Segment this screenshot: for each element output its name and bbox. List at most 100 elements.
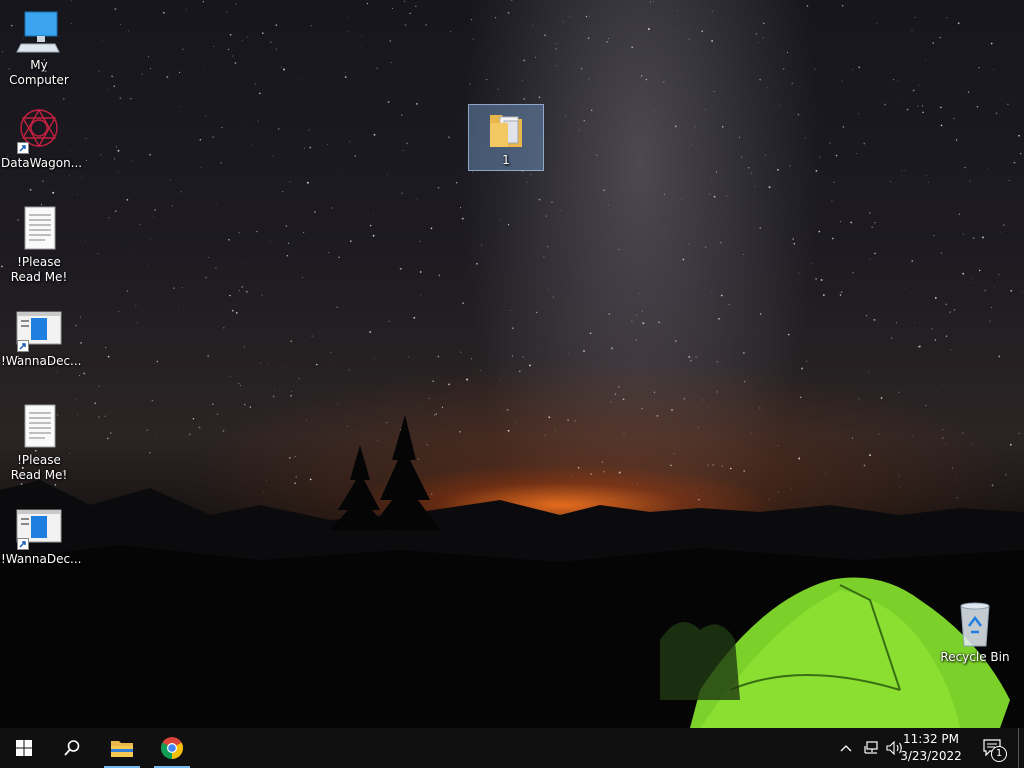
star bbox=[681, 199, 682, 200]
star bbox=[298, 378, 300, 380]
star bbox=[45, 181, 47, 183]
start-button[interactable] bbox=[0, 728, 48, 768]
desktop-icon-folder-1[interactable]: 1 bbox=[468, 104, 544, 171]
star bbox=[79, 375, 81, 377]
star bbox=[590, 473, 592, 475]
star bbox=[270, 41, 272, 43]
star bbox=[283, 68, 285, 71]
star bbox=[247, 36, 249, 38]
wannadecryptor-icon bbox=[15, 502, 63, 550]
star bbox=[111, 75, 113, 78]
star bbox=[787, 333, 790, 336]
star bbox=[404, 24, 407, 26]
star bbox=[713, 91, 715, 92]
star bbox=[956, 476, 957, 477]
star bbox=[435, 413, 437, 415]
star bbox=[390, 62, 392, 63]
action-center-button[interactable]: 1 bbox=[978, 728, 1008, 768]
search-icon bbox=[64, 740, 80, 756]
star bbox=[106, 437, 109, 440]
star bbox=[205, 276, 207, 279]
desktop-icon-please-read-me-2[interactable]: !Please Read Me! bbox=[1, 403, 77, 483]
file-explorer-button[interactable] bbox=[100, 728, 144, 768]
star bbox=[344, 72, 346, 74]
star bbox=[982, 236, 984, 239]
star bbox=[431, 493, 433, 495]
star bbox=[229, 33, 232, 36]
star bbox=[852, 68, 854, 70]
star bbox=[995, 112, 998, 114]
star bbox=[178, 71, 181, 74]
star bbox=[866, 315, 868, 317]
desktop-icon-label: DataWagon... bbox=[1, 156, 83, 170]
star bbox=[386, 174, 388, 175]
star bbox=[791, 82, 793, 85]
notification-count-badge: 1 bbox=[991, 746, 1007, 762]
desktop-icon-wannadecryptor-1[interactable]: !WannaDec... bbox=[1, 304, 82, 369]
star bbox=[235, 312, 238, 314]
star bbox=[635, 339, 637, 341]
star bbox=[285, 225, 288, 227]
star bbox=[743, 380, 746, 383]
star bbox=[118, 311, 120, 313]
star bbox=[585, 15, 588, 18]
star bbox=[917, 105, 919, 107]
star bbox=[840, 291, 843, 293]
star bbox=[1000, 231, 1002, 233]
star bbox=[991, 484, 994, 487]
star bbox=[459, 207, 462, 209]
star bbox=[146, 429, 149, 432]
star bbox=[973, 237, 975, 239]
star bbox=[511, 327, 514, 330]
star bbox=[249, 406, 252, 408]
desktop-icon-recycle-bin[interactable]: Recycle Bin bbox=[937, 600, 1013, 665]
star bbox=[955, 139, 958, 141]
chrome-button[interactable] bbox=[150, 728, 194, 768]
taskbar-clock[interactable]: 11:32 PM 3/23/2022 bbox=[896, 731, 966, 765]
star bbox=[697, 498, 700, 501]
star bbox=[922, 111, 924, 114]
star bbox=[1002, 224, 1005, 226]
star bbox=[205, 115, 207, 117]
star bbox=[704, 109, 706, 111]
star bbox=[708, 406, 710, 408]
star bbox=[85, 138, 87, 140]
star bbox=[101, 40, 103, 43]
star bbox=[618, 248, 620, 250]
star bbox=[286, 254, 289, 257]
network-button[interactable] bbox=[860, 728, 882, 768]
star bbox=[721, 360, 722, 362]
star bbox=[946, 7, 947, 8]
star bbox=[873, 319, 876, 321]
star bbox=[459, 430, 461, 433]
star bbox=[962, 432, 964, 434]
star bbox=[797, 113, 800, 116]
star bbox=[507, 224, 510, 226]
star bbox=[743, 254, 745, 256]
star bbox=[438, 274, 440, 276]
star bbox=[97, 252, 99, 254]
star bbox=[50, 200, 52, 202]
desktop-icon-datawagon[interactable]: DataWagon... bbox=[1, 106, 83, 171]
star bbox=[417, 407, 419, 409]
star bbox=[1022, 291, 1024, 293]
desktop-icon-wannadecryptor-2[interactable]: !WannaDec... bbox=[1, 502, 82, 567]
desktop-icon-label: !Please Read Me! bbox=[10, 453, 68, 482]
star bbox=[656, 415, 659, 417]
star bbox=[842, 126, 845, 128]
desktop-icon-my-computer[interactable]: My Computer bbox=[1, 8, 77, 88]
search-button[interactable] bbox=[48, 728, 96, 768]
star bbox=[642, 322, 645, 325]
star bbox=[283, 367, 285, 368]
star bbox=[148, 451, 151, 454]
desktop-wallpaper[interactable]: My Computer DataWagon... !Please Read Me… bbox=[0, 0, 1024, 728]
star bbox=[439, 276, 441, 278]
desktop-icon-please-read-me-1[interactable]: !Please Read Me! bbox=[1, 205, 77, 285]
star bbox=[83, 372, 86, 375]
star bbox=[216, 413, 219, 415]
star bbox=[522, 355, 524, 358]
star bbox=[401, 114, 403, 116]
star bbox=[169, 179, 171, 181]
show-hidden-icons-button[interactable] bbox=[836, 728, 856, 768]
show-desktop-button[interactable] bbox=[1018, 728, 1024, 768]
